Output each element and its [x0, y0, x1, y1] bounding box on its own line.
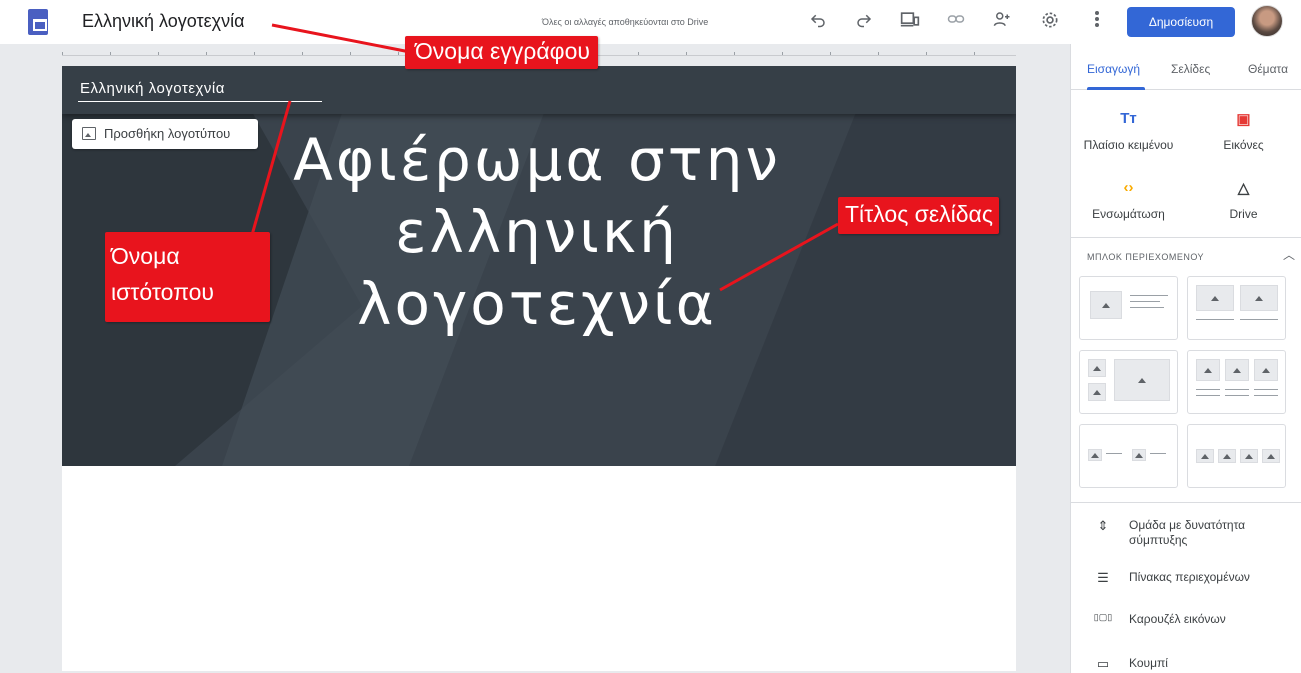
content-block-two-images[interactable] — [1187, 276, 1286, 340]
button-icon: ▭ — [1096, 656, 1110, 671]
content-block-image-text[interactable] — [1079, 276, 1178, 340]
link-icon[interactable] — [944, 10, 968, 34]
editor-canvas: Ελληνική λογοτεχνία Προσθήκη λογοτύπου Α… — [0, 44, 1070, 673]
publish-button[interactable]: Δημοσίευση — [1127, 7, 1235, 37]
image-placeholder-icon — [1196, 359, 1220, 381]
text-line — [1196, 319, 1234, 320]
insert-item-label: Drive — [1229, 207, 1258, 221]
content-blocks-heading: ΜΠΛΟΚ ΠΕΡΙΕΧΟΜΕΝΟΥ — [1087, 252, 1205, 262]
text-line — [1196, 395, 1220, 396]
image-placeholder-icon — [1254, 359, 1278, 381]
text-line — [1196, 389, 1220, 390]
image-placeholder-icon — [1088, 449, 1102, 461]
insert-drive[interactable]: △ Drive — [1186, 179, 1301, 221]
image-placeholder-icon — [1132, 449, 1146, 461]
callout-document-name: Όνομα εγγράφου — [405, 36, 598, 69]
tab-themes[interactable]: Θέματα — [1248, 62, 1288, 76]
text-line — [1254, 395, 1278, 396]
tab-pages[interactable]: Σελίδες — [1171, 62, 1210, 76]
more-icon[interactable] — [1085, 10, 1109, 34]
text-line — [1150, 453, 1166, 454]
image-placeholder-icon — [1262, 449, 1280, 463]
text-line — [1225, 395, 1249, 396]
component-label: Κουμπί — [1129, 656, 1168, 670]
image-placeholder-icon — [1196, 449, 1214, 463]
content-block-image-grid[interactable] — [1079, 350, 1178, 414]
insert-embed[interactable]: ‹› Ενσωμάτωση — [1071, 179, 1186, 221]
component-label: Καρουζέλ εικόνων — [1129, 612, 1226, 626]
page-title[interactable]: Αφιέρωμα στην ελληνική λογοτεχνία — [242, 124, 832, 340]
undo-icon[interactable] — [806, 10, 830, 34]
add-logo-label: Προσθήκη λογοτύπου — [104, 126, 231, 141]
image-placeholder-icon — [1240, 285, 1278, 311]
component-label: Ομάδα με δυνατότητα σύμπτυξης — [1129, 518, 1246, 547]
sites-logo-icon[interactable] — [28, 9, 48, 35]
text-line — [1130, 301, 1160, 302]
callout-site-name-line1: Όνομα — [111, 243, 180, 269]
insert-text-box[interactable]: Tт Πλαίσιο κειμένου — [1071, 110, 1186, 152]
site-name[interactable]: Ελληνική λογοτεχνία — [80, 80, 225, 97]
text-line — [1130, 307, 1164, 308]
image-placeholder-icon — [1240, 449, 1258, 463]
images-icon: ▣ — [1236, 111, 1251, 128]
collapsible-group-icon: ⇕ — [1097, 518, 1109, 533]
chevron-up-icon[interactable]: ︿ — [1283, 246, 1295, 263]
text-line — [1225, 389, 1249, 390]
content-block-four-images[interactable] — [1187, 424, 1286, 488]
image-placeholder-icon — [1114, 359, 1170, 401]
image-icon — [82, 127, 96, 140]
insert-item-label: Ενσωμάτωση — [1092, 207, 1165, 221]
site-name-underline — [78, 101, 322, 102]
add-logo-button[interactable]: Προσθήκη λογοτύπου — [72, 119, 258, 149]
image-placeholder-icon — [1090, 291, 1122, 319]
avatar[interactable] — [1251, 5, 1283, 37]
side-panel-tabs: Εισαγωγή Σελίδες Θέματα — [1071, 44, 1301, 90]
save-status: Όλες οι αλλαγές αποθηκεύονται στο Drive — [542, 17, 709, 27]
component-label: Πίνακας περιεχομένων — [1129, 570, 1250, 584]
settings-icon[interactable] — [1038, 10, 1062, 34]
top-bar: Ελληνική λογοτεχνία Όλες οι αλλαγές αποθ… — [0, 0, 1301, 44]
text-line — [1130, 295, 1168, 296]
text-line — [1106, 453, 1122, 454]
preview-icon[interactable] — [898, 10, 922, 34]
insert-item-label: Πλαίσιο κειμένου — [1083, 138, 1174, 152]
content-block-three-images[interactable] — [1187, 350, 1286, 414]
image-placeholder-icon — [1225, 359, 1249, 381]
share-icon[interactable] — [990, 10, 1014, 34]
table-of-contents-icon: ☰ — [1097, 570, 1109, 585]
embed-icon: ‹› — [1123, 179, 1134, 196]
redo-icon[interactable] — [852, 10, 876, 34]
insert-item-label: Εικόνες — [1223, 138, 1264, 152]
content-block-image-text-pairs[interactable] — [1079, 424, 1178, 488]
active-tab-indicator — [1087, 87, 1145, 90]
site-page: Ελληνική λογοτεχνία Προσθήκη λογοτύπου Α… — [62, 66, 1016, 671]
side-panel: Εισαγωγή Σελίδες Θέματα Tт Πλαίσιο κειμέ… — [1070, 44, 1301, 673]
divider — [1071, 502, 1301, 503]
image-placeholder-icon — [1088, 359, 1106, 377]
callout-site-name: Όνομα ιστότοπου — [105, 232, 270, 322]
callout-site-name-line2: ιστότοπου — [111, 279, 214, 305]
callout-page-title: Τίτλος σελίδας — [838, 197, 999, 234]
image-placeholder-icon — [1218, 449, 1236, 463]
drive-icon: △ — [1237, 180, 1250, 197]
text-box-icon: Tт — [1120, 110, 1137, 127]
divider — [1071, 237, 1301, 238]
tab-insert[interactable]: Εισαγωγή — [1087, 62, 1140, 76]
image-placeholder-icon — [1196, 285, 1234, 311]
document-title[interactable]: Ελληνική λογοτεχνία — [82, 11, 245, 32]
insert-images[interactable]: ▣ Εικόνες — [1186, 110, 1301, 152]
image-placeholder-icon — [1088, 383, 1106, 401]
text-line — [1240, 319, 1278, 320]
image-carousel-icon: ▯▢▯ — [1093, 612, 1113, 622]
text-line — [1254, 389, 1278, 390]
